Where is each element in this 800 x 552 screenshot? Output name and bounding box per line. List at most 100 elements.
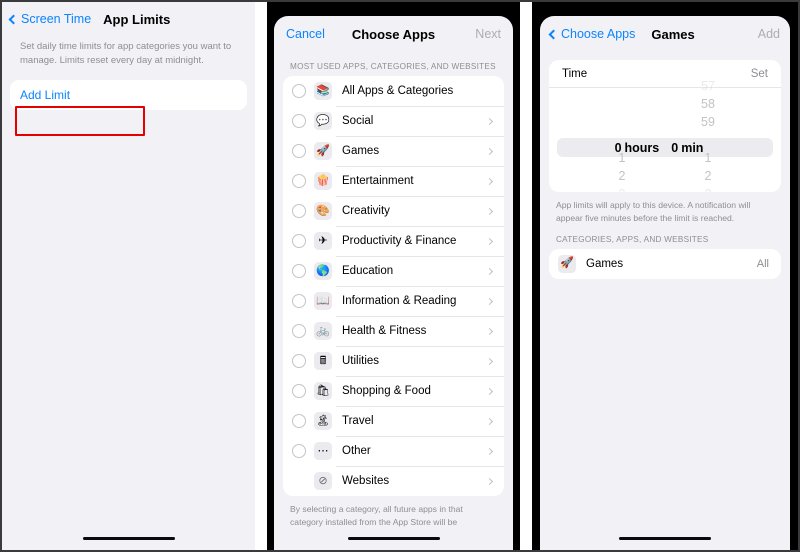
list-item[interactable]: 🎨 Creativity <box>283 196 504 226</box>
shopping-icon: 🛍 <box>314 382 332 400</box>
list-item-label: All Apps & Categories <box>342 85 454 97</box>
picker-selected-value: 0 hours 0 min <box>549 139 781 157</box>
chevron-right-icon <box>485 147 494 155</box>
back-label: Choose Apps <box>561 27 636 41</box>
list-item[interactable]: 🚲 Health & Fitness <box>283 316 504 346</box>
list-item-label: Travel <box>342 415 374 427</box>
social-icon: 💬 <box>314 112 332 130</box>
next-button[interactable]: Next <box>475 27 501 41</box>
most-used-section-header: MOST USED APPS, CATEGORIES, AND WEBSITES <box>290 62 496 71</box>
chevron-right-icon <box>485 387 494 395</box>
utilities-icon: 🖩 <box>314 352 332 370</box>
chevron-right-icon <box>485 237 494 245</box>
back-to-screen-time-button[interactable]: Screen Time <box>8 12 92 26</box>
list-item-label: Other <box>342 445 371 457</box>
hours-unit-label: hours <box>624 141 660 155</box>
back-label: Screen Time <box>21 12 92 26</box>
picker-value-above: 59 <box>701 115 715 129</box>
list-item-label: Information & Reading <box>342 295 457 307</box>
time-picker-card: Time Set 123 575859 123 0 hours 0 min <box>549 60 781 192</box>
list-item-label: Utilities <box>342 355 380 367</box>
list-item[interactable]: 🖩 Utilities <box>283 346 504 376</box>
list-item-label: Productivity & Finance <box>342 235 457 247</box>
picker-column-minutes[interactable]: 575859 123 <box>665 77 751 192</box>
games-icon: 🚀 <box>314 142 332 160</box>
radio-button[interactable] <box>292 414 306 428</box>
picker-value-above <box>579 95 665 113</box>
page-title: App Limits <box>103 11 171 27</box>
radio-button[interactable] <box>292 294 306 308</box>
list-item[interactable]: 🚀 Games <box>283 136 504 166</box>
list-item[interactable]: 🏝 Travel <box>283 406 504 436</box>
phone-screen-games-limit: Choose Apps Games Add Time Set 123 57585… <box>532 2 798 550</box>
chevron-right-icon <box>485 357 494 365</box>
app-limits-description: Set daily time limits for app categories… <box>20 41 232 66</box>
list-item[interactable]: 🌎 Education <box>283 256 504 286</box>
list-item[interactable]: ✈ Productivity & Finance <box>283 226 504 256</box>
list-item[interactable]: 📖 Information & Reading <box>283 286 504 316</box>
chevron-left-icon <box>8 14 19 24</box>
picker-value-below: 2 <box>618 169 626 183</box>
reading-icon: 📖 <box>314 292 332 310</box>
home-indicator <box>619 536 711 540</box>
radio-button[interactable] <box>292 144 306 158</box>
set-button[interactable]: Set <box>751 68 768 80</box>
radio-button[interactable] <box>292 324 306 338</box>
chevron-left-icon <box>548 29 559 39</box>
list-item[interactable]: ⋯ Other <box>283 436 504 466</box>
add-button[interactable]: Add <box>758 27 780 41</box>
category-list: 📚 All Apps & Categories 💬 Social 🚀 Games 🍿 Ente… <box>283 76 504 496</box>
list-item[interactable]: 🍿 Entertainment <box>283 166 504 196</box>
list-item[interactable]: ⊘ Websites <box>283 466 504 496</box>
travel-icon: 🏝 <box>314 412 332 430</box>
radio-button[interactable] <box>292 114 306 128</box>
picker-value-below: 3 <box>579 185 665 192</box>
list-item[interactable]: 📚 All Apps & Categories <box>283 76 504 106</box>
home-indicator <box>82 536 175 540</box>
duration-picker[interactable]: 123 575859 123 0 hours 0 min <box>549 79 781 192</box>
selected-category-scope: All <box>756 257 769 270</box>
radio-button[interactable] <box>292 354 306 368</box>
list-item[interactable]: 💬 Social <box>283 106 504 136</box>
selected-hours-value: 0 <box>614 141 622 155</box>
radio-button[interactable] <box>292 84 306 98</box>
picker-column-hours[interactable]: 123 <box>579 77 665 192</box>
other-icon: ⋯ <box>314 442 332 460</box>
list-item-label: Health & Fitness <box>342 325 427 337</box>
add-limit-row[interactable]: Add Limit <box>10 79 247 110</box>
radio-button[interactable] <box>292 174 306 188</box>
radio-button[interactable] <box>292 384 306 398</box>
page-title: Games <box>651 26 695 42</box>
categories-section-header: CATEGORIES, APPS, AND WEBSITES <box>556 234 709 244</box>
chevron-right-icon <box>485 327 494 335</box>
choose-apps-footer-note: By selecting a category, all future apps… <box>290 504 463 527</box>
list-item-label: Games <box>342 145 380 157</box>
list-item-label: Entertainment <box>342 175 414 187</box>
radio-button[interactable] <box>292 204 306 218</box>
list-item[interactable]: 🚀 Games All <box>549 249 781 279</box>
selected-minutes-value: 0 <box>671 141 679 155</box>
choose-apps-sheet: Cancel Choose Apps Next MOST USED APPS, … <box>274 16 513 550</box>
chevron-right-icon <box>485 267 494 275</box>
screenshot-frame: Screen Time App Limits Set daily time li… <box>0 0 800 552</box>
radio-button[interactable] <box>292 234 306 248</box>
chevron-right-icon <box>485 417 494 425</box>
chevron-right-icon <box>485 177 494 185</box>
cancel-label: Cancel <box>286 27 325 41</box>
health-icon: 🚲 <box>314 322 332 340</box>
radio-button[interactable] <box>292 444 306 458</box>
list-item[interactable]: 🛍 Shopping & Food <box>283 376 504 406</box>
chevron-right-icon <box>485 297 494 305</box>
productivity-icon: ✈ <box>314 232 332 250</box>
picker-value-above <box>579 77 665 95</box>
list-item-label: Websites <box>342 475 390 487</box>
chevron-right-icon <box>485 477 494 485</box>
panel-gap-1 <box>255 2 267 550</box>
education-icon: 🌎 <box>314 262 332 280</box>
home-indicator <box>347 536 440 540</box>
cancel-button[interactable]: Cancel <box>286 27 325 41</box>
back-to-choose-apps-button[interactable]: Choose Apps <box>548 27 636 41</box>
radio-button[interactable] <box>292 264 306 278</box>
panel3-navbar: Choose Apps Games Add <box>540 16 790 52</box>
picker-value-below: 2 <box>704 169 712 183</box>
